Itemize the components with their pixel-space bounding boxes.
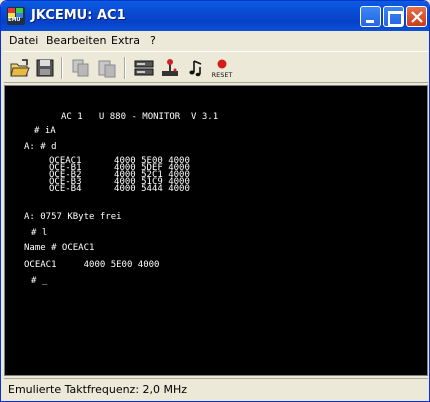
close-button[interactable] bbox=[406, 6, 427, 27]
copy-icon[interactable] bbox=[70, 57, 92, 79]
paste-icon[interactable] bbox=[96, 57, 118, 79]
free-space-line: A: 0757 KByte frei bbox=[24, 212, 122, 222]
toolbar-separator bbox=[124, 57, 126, 79]
status-bar: Emulierte Taktfrequenz: 2,0 MHz bbox=[4, 378, 428, 400]
menu-datei[interactable]: Datei bbox=[9, 34, 38, 47]
close-icon bbox=[411, 11, 423, 23]
save-disk-icon[interactable] bbox=[34, 57, 56, 79]
menu-bearbeiten[interactable]: Bearbeiten bbox=[46, 34, 106, 47]
directory-row: OCE-B4 4000 5444 4000 bbox=[49, 184, 190, 194]
maximize-button[interactable] bbox=[383, 6, 404, 27]
app-window: EMU JKCEMU: AC1 Datei Bearbeiten Extra ? bbox=[0, 0, 430, 402]
joystick-icon[interactable] bbox=[159, 57, 181, 79]
title-bar[interactable]: EMU JKCEMU: AC1 bbox=[1, 1, 429, 31]
menu-bar: Datei Bearbeiten Extra ? bbox=[4, 31, 428, 50]
prompt-load: # l bbox=[31, 228, 48, 238]
prompt-ia: # iA bbox=[34, 126, 56, 136]
drive-icon[interactable] bbox=[133, 57, 155, 79]
reset-label: RESET bbox=[212, 71, 233, 79]
cursor-prompt: # _ bbox=[31, 276, 48, 286]
menu-extra[interactable]: Extra bbox=[111, 34, 140, 47]
toolbar: RESET bbox=[4, 51, 428, 83]
minimize-button[interactable] bbox=[360, 6, 381, 27]
reset-icon[interactable]: RESET bbox=[210, 57, 232, 79]
menu-help[interactable]: ? bbox=[150, 34, 156, 47]
status-clock-frequency: Emulierte Taktfrequenz: 2,0 MHz bbox=[8, 383, 188, 396]
music-note-icon[interactable] bbox=[185, 57, 207, 79]
emulator-screen[interactable]: AC 1 U 880 - MONITOR V 3.1 # iA A: # d O… bbox=[4, 85, 428, 376]
jkcemu-app-icon[interactable]: EMU bbox=[7, 7, 25, 25]
name-prompt: Name # OCEAC1 bbox=[24, 243, 95, 253]
directory-listing: OCEAC1 4000 5E00 4000 OCE-B1 4000 5DEF 4… bbox=[49, 157, 190, 194]
toolbar-separator bbox=[61, 57, 63, 79]
open-folder-icon[interactable] bbox=[9, 57, 31, 79]
load-result: OCEAC1 4000 5E00 4000 bbox=[24, 260, 160, 270]
prompt-directory: A: # d bbox=[24, 142, 57, 152]
monitor-banner: AC 1 U 880 - MONITOR V 3.1 bbox=[61, 112, 219, 122]
window-title: JKCEMU: AC1 bbox=[31, 8, 126, 23]
